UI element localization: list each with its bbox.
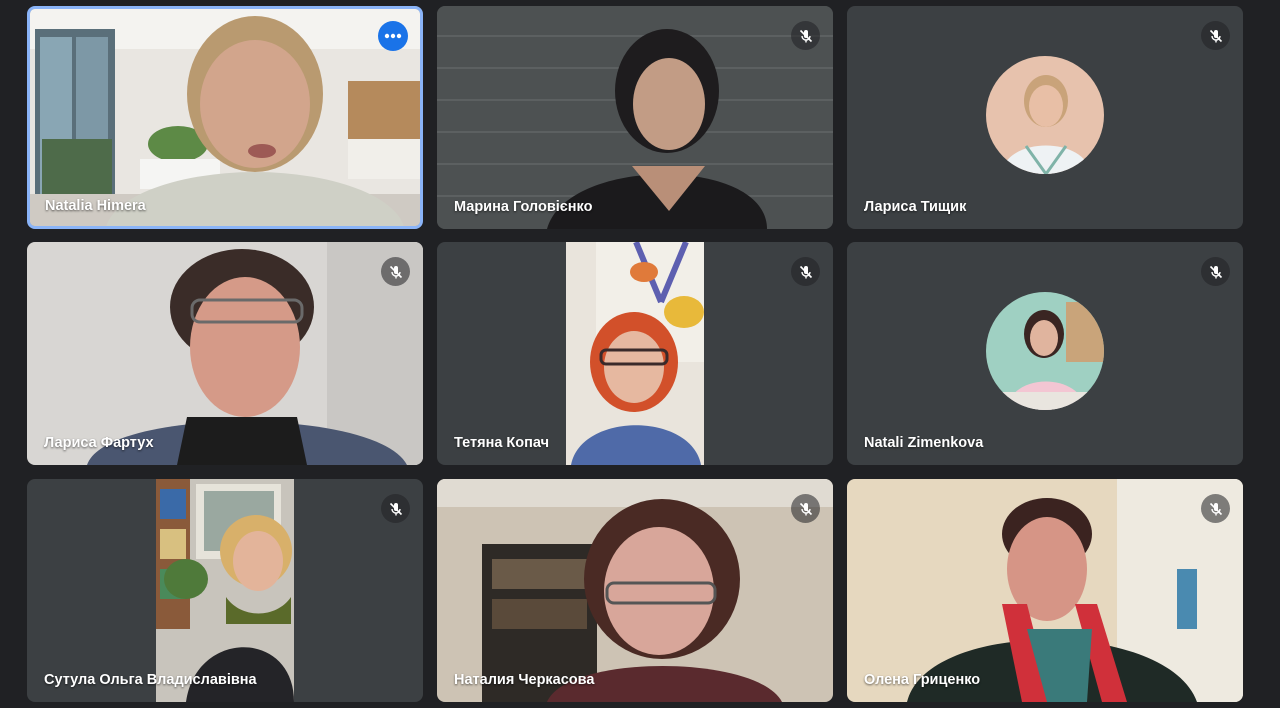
mic-off-icon [799, 502, 812, 515]
participant-tile-larysa-fartukh[interactable]: Лариса Фартух [27, 242, 423, 465]
participant-grid: Natalia Himera Марина Головієнко Лариса … [0, 0, 1280, 708]
mic-muted-indicator [1201, 21, 1230, 50]
mic-off-icon [799, 29, 812, 42]
participant-tile-tetiana-kopach[interactable]: Тетяна Копач [437, 242, 833, 465]
participant-video [27, 242, 423, 465]
mic-off-icon [389, 502, 402, 515]
mic-muted-indicator [791, 257, 820, 286]
participant-name: Сутула Ольга Владиславівна [44, 672, 257, 688]
participant-video [30, 9, 420, 226]
more-options-button[interactable] [378, 21, 408, 51]
mic-off-icon [389, 265, 402, 278]
participant-video [156, 479, 294, 702]
more-options-icon [384, 33, 402, 39]
participant-name: Тетяна Копач [454, 435, 550, 451]
participant-tile-sutula-olha[interactable]: Сутула Ольга Владиславівна [27, 479, 423, 702]
participant-name: Natali Zimenkova [864, 435, 984, 451]
mic-muted-indicator [1201, 494, 1230, 523]
participant-tile-maryna[interactable]: Марина Головієнко [437, 6, 833, 229]
participant-video [847, 479, 1243, 702]
mic-off-icon [1209, 265, 1222, 278]
participant-name: Лариса Фартух [44, 435, 154, 451]
participant-tile-natalia-cherkasova[interactable]: Наталия Черкасова [437, 479, 833, 702]
mic-off-icon [799, 265, 812, 278]
participant-name: Natalia Himera [45, 198, 146, 214]
participant-tile-natali-zimenkova[interactable]: Natali Zimenkova [847, 242, 1243, 465]
mic-muted-indicator [791, 21, 820, 50]
participant-avatar [986, 291, 1104, 410]
participant-name: Лариса Тищик [864, 199, 967, 215]
participant-name: Олена Гриценко [864, 672, 981, 688]
participant-tile-natalia-himera[interactable]: Natalia Himera [27, 6, 423, 229]
participant-avatar [986, 55, 1104, 174]
participant-tile-olena-hrytsenko[interactable]: Олена Гриценко [847, 479, 1243, 702]
participant-name: Наталия Черкасова [454, 672, 595, 688]
mic-muted-indicator [381, 494, 410, 523]
participant-name: Марина Головієнко [454, 199, 593, 215]
mic-muted-indicator [381, 257, 410, 286]
mic-off-icon [1209, 502, 1222, 515]
participant-tile-larysa-tyshchyk[interactable]: Лариса Тищик [847, 6, 1243, 229]
participant-video [437, 479, 833, 702]
participant-video [437, 6, 833, 229]
mic-muted-indicator [1201, 257, 1230, 286]
mic-off-icon [1209, 29, 1222, 42]
mic-muted-indicator [791, 494, 820, 523]
participant-video [566, 242, 704, 465]
